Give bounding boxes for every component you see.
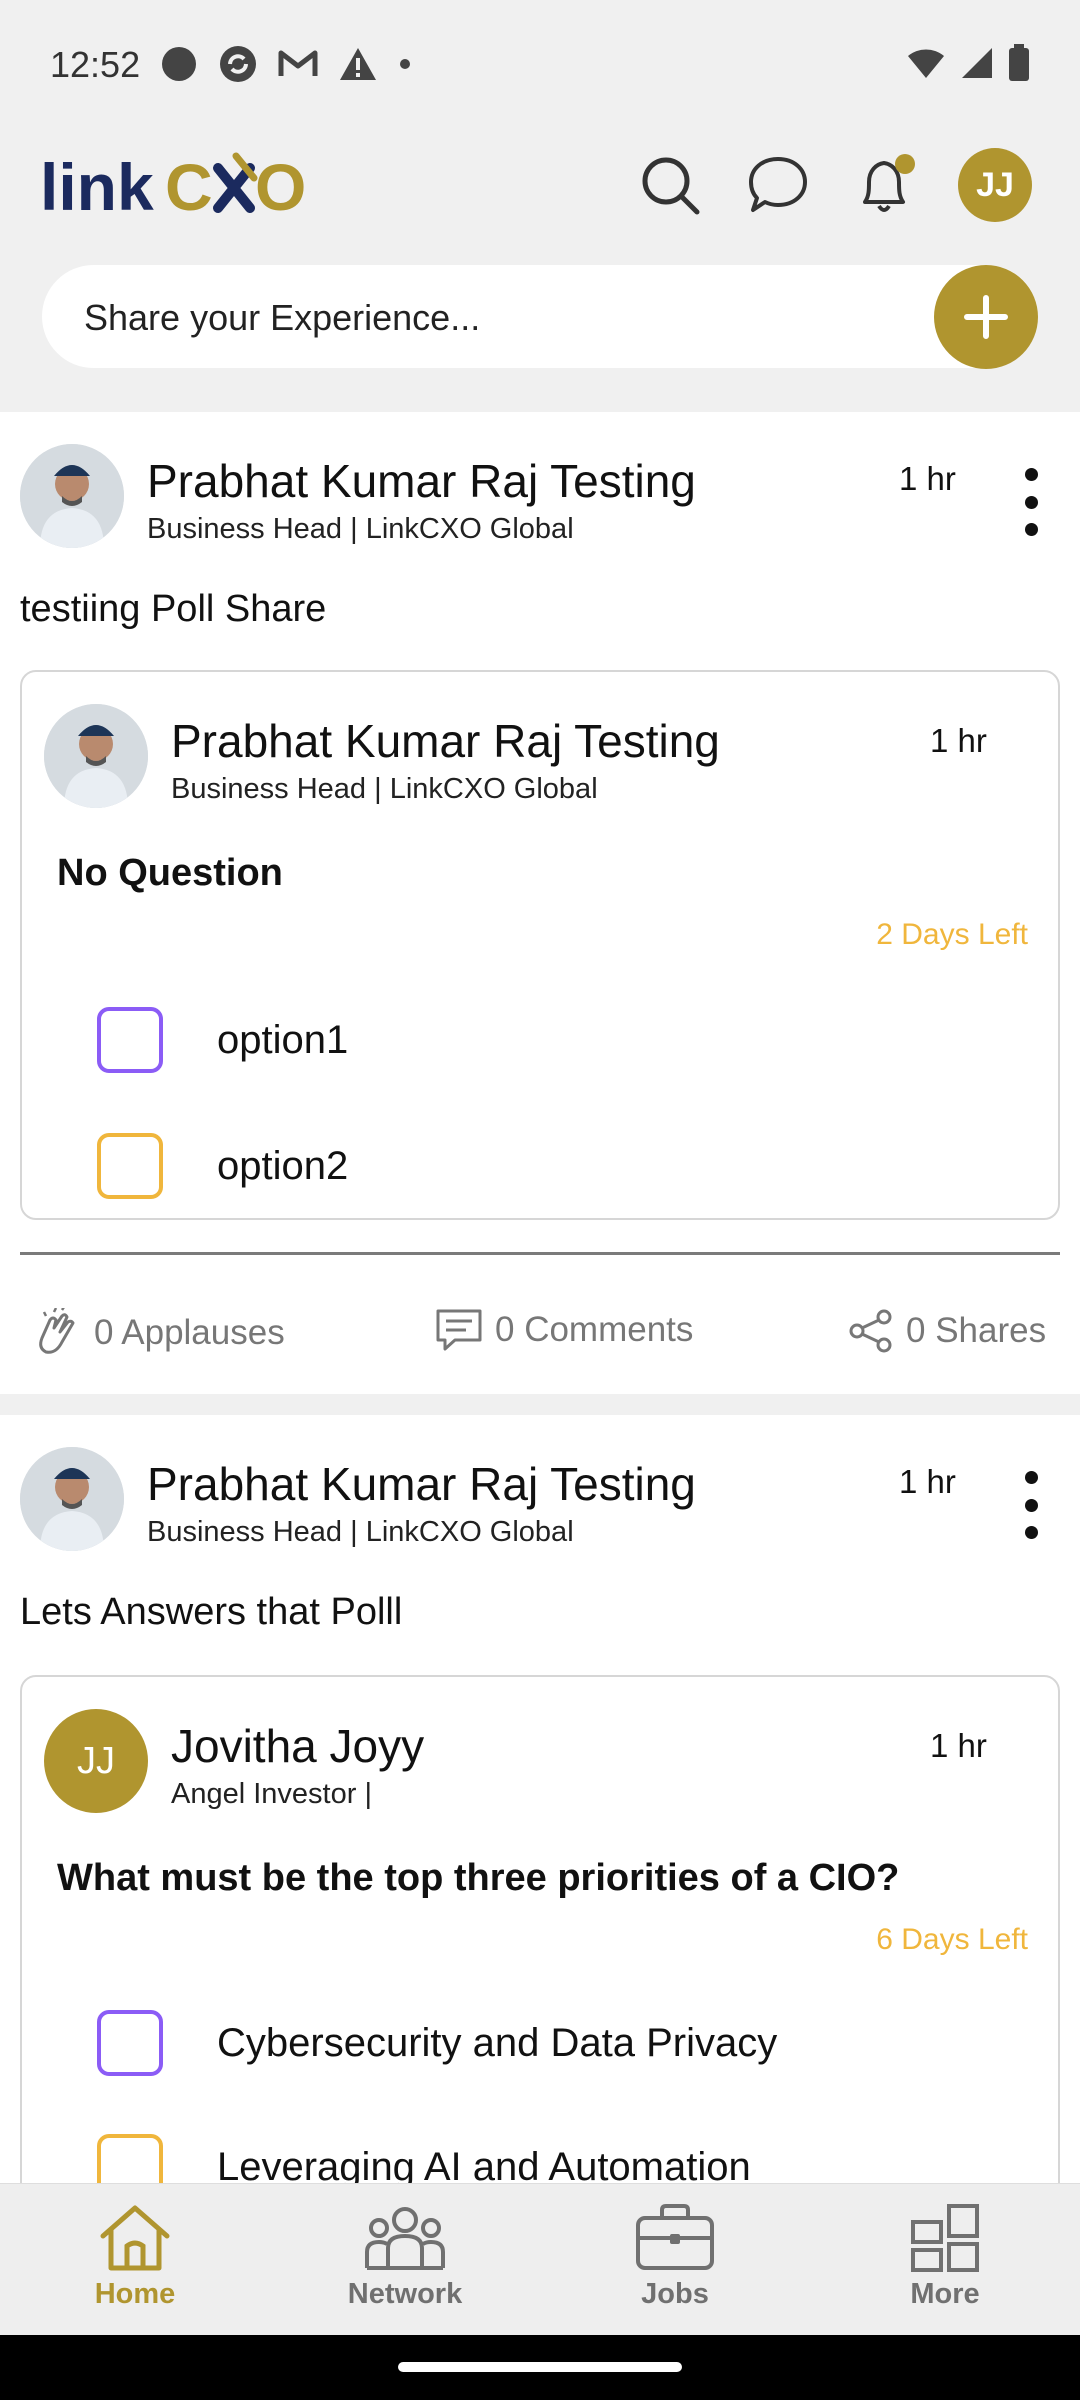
- poll-days-left: 6 Days Left: [876, 1923, 1028, 1956]
- nav-home-label: Home: [94, 2278, 176, 2310]
- feed-post: Prabhat Kumar Raj Testing Business Head …: [0, 412, 1080, 1394]
- plus-icon: [964, 295, 1008, 339]
- poll-author-subtitle: Business Head | LinkCXO Global: [171, 773, 598, 805]
- briefcase-icon: [636, 2204, 714, 2270]
- comment-icon: [436, 1309, 482, 1351]
- chat-bubble-icon: [749, 157, 807, 212]
- share-count: 0 Shares: [906, 1311, 1047, 1350]
- poll-option[interactable]: option2: [97, 1133, 348, 1199]
- post-time: 1 hr: [899, 1463, 956, 1500]
- poll-option[interactable]: Leveraging AI and Automation: [97, 2134, 751, 2183]
- nav-more[interactable]: More: [855, 2202, 1035, 2311]
- option-label: Leveraging AI and Automation: [217, 2144, 751, 2184]
- grid-icon: [911, 2204, 979, 2272]
- author-name[interactable]: Prabhat Kumar Raj Testing: [147, 454, 696, 508]
- signal-icon: [962, 48, 992, 78]
- svg-text:C: C: [165, 150, 213, 222]
- notification-icons: [160, 44, 412, 84]
- author-subtitle: Business Head | LinkCXO Global: [147, 1516, 574, 1548]
- nav-more-label: More: [910, 2278, 980, 2310]
- add-post-button[interactable]: [934, 265, 1038, 369]
- poll-author-initials: JJ: [77, 1739, 115, 1782]
- share-placeholder: Share your Experience...: [84, 297, 481, 338]
- poll-days-left: 2 Days Left: [876, 918, 1028, 951]
- clap-icon: [39, 1308, 75, 1354]
- search-icon: [642, 157, 700, 215]
- option-checkbox[interactable]: [97, 2134, 163, 2183]
- record-icon: [162, 47, 196, 81]
- nav-network-label: Network: [347, 2278, 463, 2310]
- nav-jobs[interactable]: Jobs: [585, 2202, 765, 2311]
- gmail-icon: [278, 50, 318, 76]
- author-avatar[interactable]: [20, 1447, 124, 1551]
- option-label: option1: [217, 1017, 349, 1062]
- option-label: Cybersecurity and Data Privacy: [217, 2020, 778, 2065]
- share-icon: [849, 1309, 892, 1353]
- feed-post: Prabhat Kumar Raj Testing Business Head …: [0, 1415, 1080, 2183]
- status-time: 12:52: [50, 44, 141, 85]
- comment-button[interactable]: 0 Comments: [435, 1308, 693, 1352]
- shared-poll-card[interactable]: JJ Jovitha Joyy Angel Investor | 1 hr Wh…: [20, 1675, 1060, 2183]
- dot-icon: [400, 59, 410, 69]
- messages-button[interactable]: [742, 149, 814, 221]
- bottom-navigation: Home Network Jobs More: [0, 2183, 1080, 2335]
- search-button[interactable]: [634, 149, 706, 221]
- author-subtitle: Business Head | LinkCXO Global: [147, 513, 574, 545]
- option-checkbox[interactable]: [97, 1007, 163, 1073]
- comment-count: 0 Comments: [495, 1310, 694, 1349]
- home-indicator[interactable]: [398, 2362, 682, 2372]
- sync-icon: [220, 46, 256, 82]
- svg-text:link: link: [40, 150, 154, 222]
- author-name[interactable]: Prabhat Kumar Raj Testing: [147, 1457, 696, 1511]
- header-actions: JJ: [634, 148, 1032, 222]
- poll-author-name[interactable]: Prabhat Kumar Raj Testing: [171, 714, 720, 768]
- post-actions: 0 Applauses 0 Comments 0 Shares: [0, 1294, 1080, 1374]
- post-time: 1 hr: [899, 460, 956, 497]
- bell-icon: [863, 154, 915, 212]
- share-experience-input[interactable]: Share your Experience...: [42, 265, 1038, 369]
- svg-text:O: O: [255, 150, 306, 222]
- battery-icon: [1009, 44, 1029, 81]
- system-icons: [906, 44, 1030, 82]
- nav-home[interactable]: Home: [45, 2202, 225, 2311]
- poll-author-avatar[interactable]: JJ: [44, 1709, 148, 1813]
- poll-author-avatar[interactable]: [44, 704, 148, 808]
- poll-question: What must be the top three priorities of…: [57, 1857, 900, 1899]
- wifi-icon: [908, 49, 944, 78]
- share-button[interactable]: 0 Shares: [848, 1308, 1046, 1354]
- nav-jobs-label: Jobs: [641, 2278, 709, 2310]
- linkcxo-logo[interactable]: link C O: [40, 150, 340, 227]
- notifications-button[interactable]: [850, 149, 922, 221]
- people-icon: [365, 2207, 445, 2270]
- post-options-button[interactable]: [1016, 1465, 1046, 1545]
- gesture-bar: [0, 2335, 1080, 2400]
- poll-author-subtitle: Angel Investor |: [171, 1778, 372, 1810]
- home-icon: [100, 2205, 170, 2271]
- status-bar: 12:52: [0, 0, 1080, 130]
- poll-question: No Question: [57, 852, 283, 894]
- author-avatar[interactable]: [20, 444, 124, 548]
- poll-time: 1 hr: [930, 1727, 987, 1764]
- profile-avatar[interactable]: JJ: [958, 148, 1032, 222]
- option-checkbox[interactable]: [97, 1133, 163, 1199]
- post-text: testiing Poll Share: [20, 588, 327, 630]
- poll-option[interactable]: Cybersecurity and Data Privacy: [97, 2010, 777, 2076]
- shared-poll-card[interactable]: Prabhat Kumar Raj Testing Business Head …: [20, 670, 1060, 1220]
- option-label: option2: [217, 1143, 349, 1188]
- post-text: Lets Answers that Polll: [20, 1591, 403, 1633]
- post-options-button[interactable]: [1016, 462, 1046, 542]
- poll-author-name[interactable]: Jovitha Joyy: [171, 1719, 424, 1773]
- option-checkbox[interactable]: [97, 2010, 163, 2076]
- warning-icon: [340, 48, 376, 80]
- poll-option[interactable]: option1: [97, 1007, 348, 1073]
- applaud-button[interactable]: 0 Applauses: [32, 1308, 285, 1358]
- post-divider: [20, 1252, 1060, 1255]
- nav-network[interactable]: Network: [315, 2202, 495, 2311]
- applause-count: 0 Applauses: [94, 1313, 285, 1352]
- poll-time: 1 hr: [930, 722, 987, 759]
